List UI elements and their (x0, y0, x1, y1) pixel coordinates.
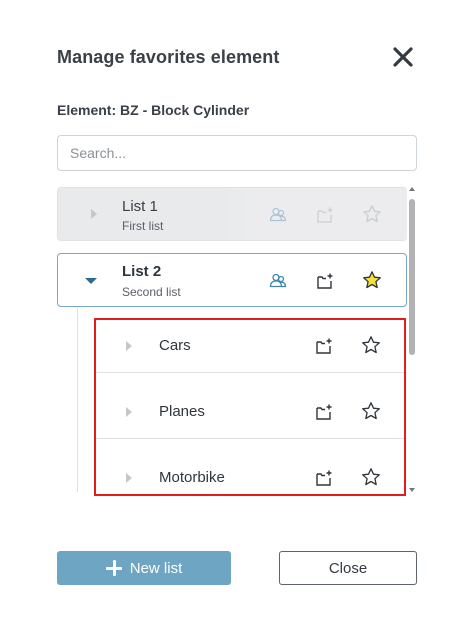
list-scrollbar[interactable] (408, 187, 416, 492)
star-icon[interactable] (362, 204, 382, 224)
list-subtitle: First list (122, 219, 164, 233)
share-users-icon[interactable] (268, 271, 288, 291)
list-item-planes[interactable]: Planes (95, 385, 407, 439)
star-icon[interactable] (361, 401, 381, 421)
list-item-cars[interactable]: Cars (95, 319, 407, 373)
row-divider (95, 372, 407, 373)
scroll-up-arrow-icon[interactable] (409, 187, 415, 191)
dialog-title: Manage favorites element (57, 47, 280, 67)
add-folder-icon[interactable] (315, 205, 335, 225)
close-icon[interactable] (392, 46, 414, 68)
chevron-right-icon[interactable] (121, 470, 137, 486)
add-folder-icon[interactable] (314, 336, 334, 356)
share-users-icon[interactable] (268, 205, 288, 225)
chevron-down-icon[interactable] (83, 273, 99, 289)
list-item-motorbike[interactable]: Motorbike (95, 451, 407, 492)
star-icon[interactable] (362, 270, 382, 290)
new-list-button[interactable]: New list (57, 551, 231, 585)
chevron-right-icon[interactable] (121, 404, 137, 420)
list-subtitle: Second list (122, 285, 181, 299)
list-name: List 1 (122, 198, 158, 215)
plus-icon (105, 560, 122, 576)
list-item-list-2[interactable]: List 2 Second list (57, 253, 407, 307)
star-icon[interactable] (361, 467, 381, 487)
chevron-right-icon[interactable] (86, 206, 102, 222)
list-item-list-1[interactable]: List 1 First list (57, 187, 407, 241)
chevron-right-icon[interactable] (121, 338, 137, 354)
add-folder-icon[interactable] (314, 402, 334, 422)
list-name: Motorbike (159, 469, 225, 486)
add-folder-icon[interactable] (315, 271, 335, 291)
list-name: List 2 (122, 263, 162, 280)
tree-guide-line (77, 308, 78, 492)
scrollbar-thumb[interactable] (409, 199, 415, 355)
search-input[interactable] (57, 135, 417, 171)
new-list-label: New list (129, 559, 183, 577)
list-name: Cars (159, 337, 191, 354)
manage-favorites-dialog: Manage favorites element Element: BZ - B… (0, 0, 475, 631)
add-folder-icon[interactable] (314, 468, 334, 488)
row-divider (95, 438, 407, 439)
list-name: Planes (159, 403, 205, 420)
star-icon[interactable] (361, 335, 381, 355)
close-button[interactable]: Close (279, 551, 417, 585)
element-label: Element: BZ - Block Cylinder (57, 102, 250, 118)
favorites-list: List 1 First list List 2 Second list Car… (57, 186, 407, 492)
scroll-down-arrow-icon[interactable] (409, 488, 415, 492)
